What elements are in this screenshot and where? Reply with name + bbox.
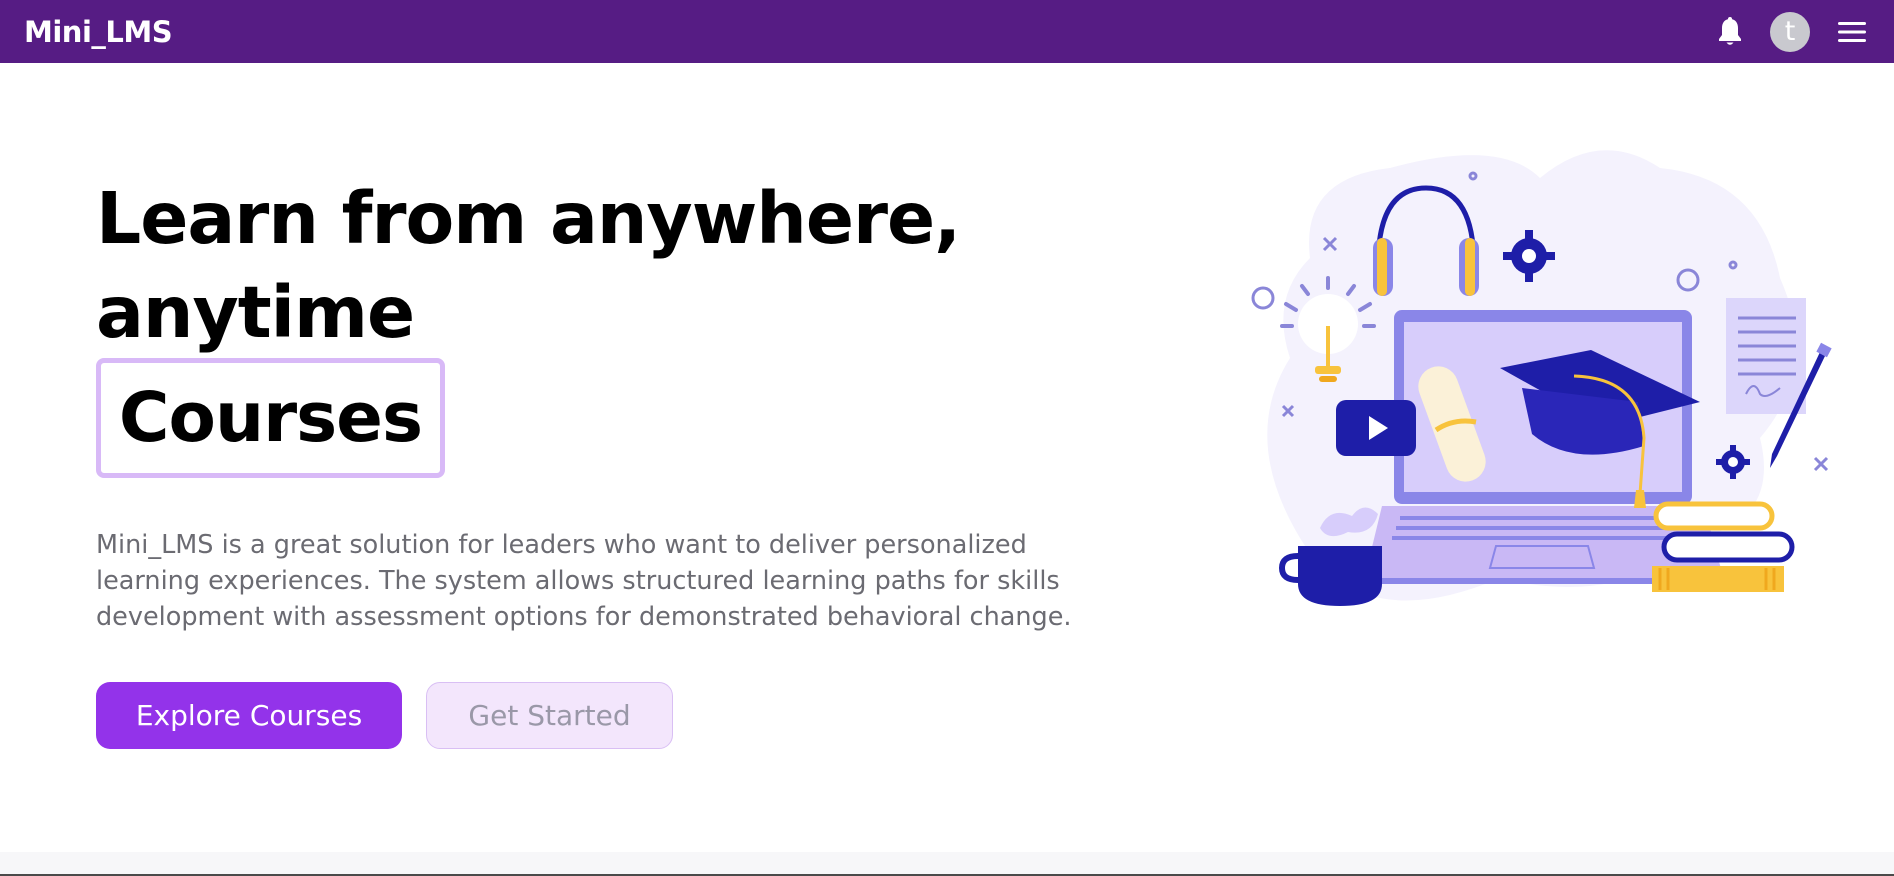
typed-word-box: Courses — [96, 358, 445, 478]
footer-strip — [0, 852, 1894, 876]
get-started-button[interactable]: Get Started — [426, 682, 673, 749]
hero-illustration — [1240, 138, 1840, 638]
brand-logo[interactable]: Mini_LMS — [24, 15, 173, 49]
navbar-actions: t — [1710, 11, 1870, 52]
notepad-icon — [1726, 298, 1806, 414]
typed-word: Courses — [118, 378, 423, 458]
video-play-icon — [1336, 400, 1416, 456]
explore-courses-button[interactable]: Explore Courses — [96, 682, 402, 749]
hamburger-menu-icon[interactable] — [1834, 14, 1870, 50]
bell-icon[interactable] — [1710, 12, 1750, 52]
top-navbar: Mini_LMS t — [0, 0, 1894, 63]
user-avatar[interactable]: t — [1770, 11, 1810, 52]
hero-title-line1: Learn from anywhere, — [96, 177, 961, 260]
books-icon — [1652, 501, 1795, 592]
hero-title: Learn from anywhere, anytime — [96, 172, 996, 360]
hero-description: Mini_LMS is a great solution for leaders… — [96, 530, 1072, 632]
hero-title-line2: anytime — [96, 271, 415, 354]
